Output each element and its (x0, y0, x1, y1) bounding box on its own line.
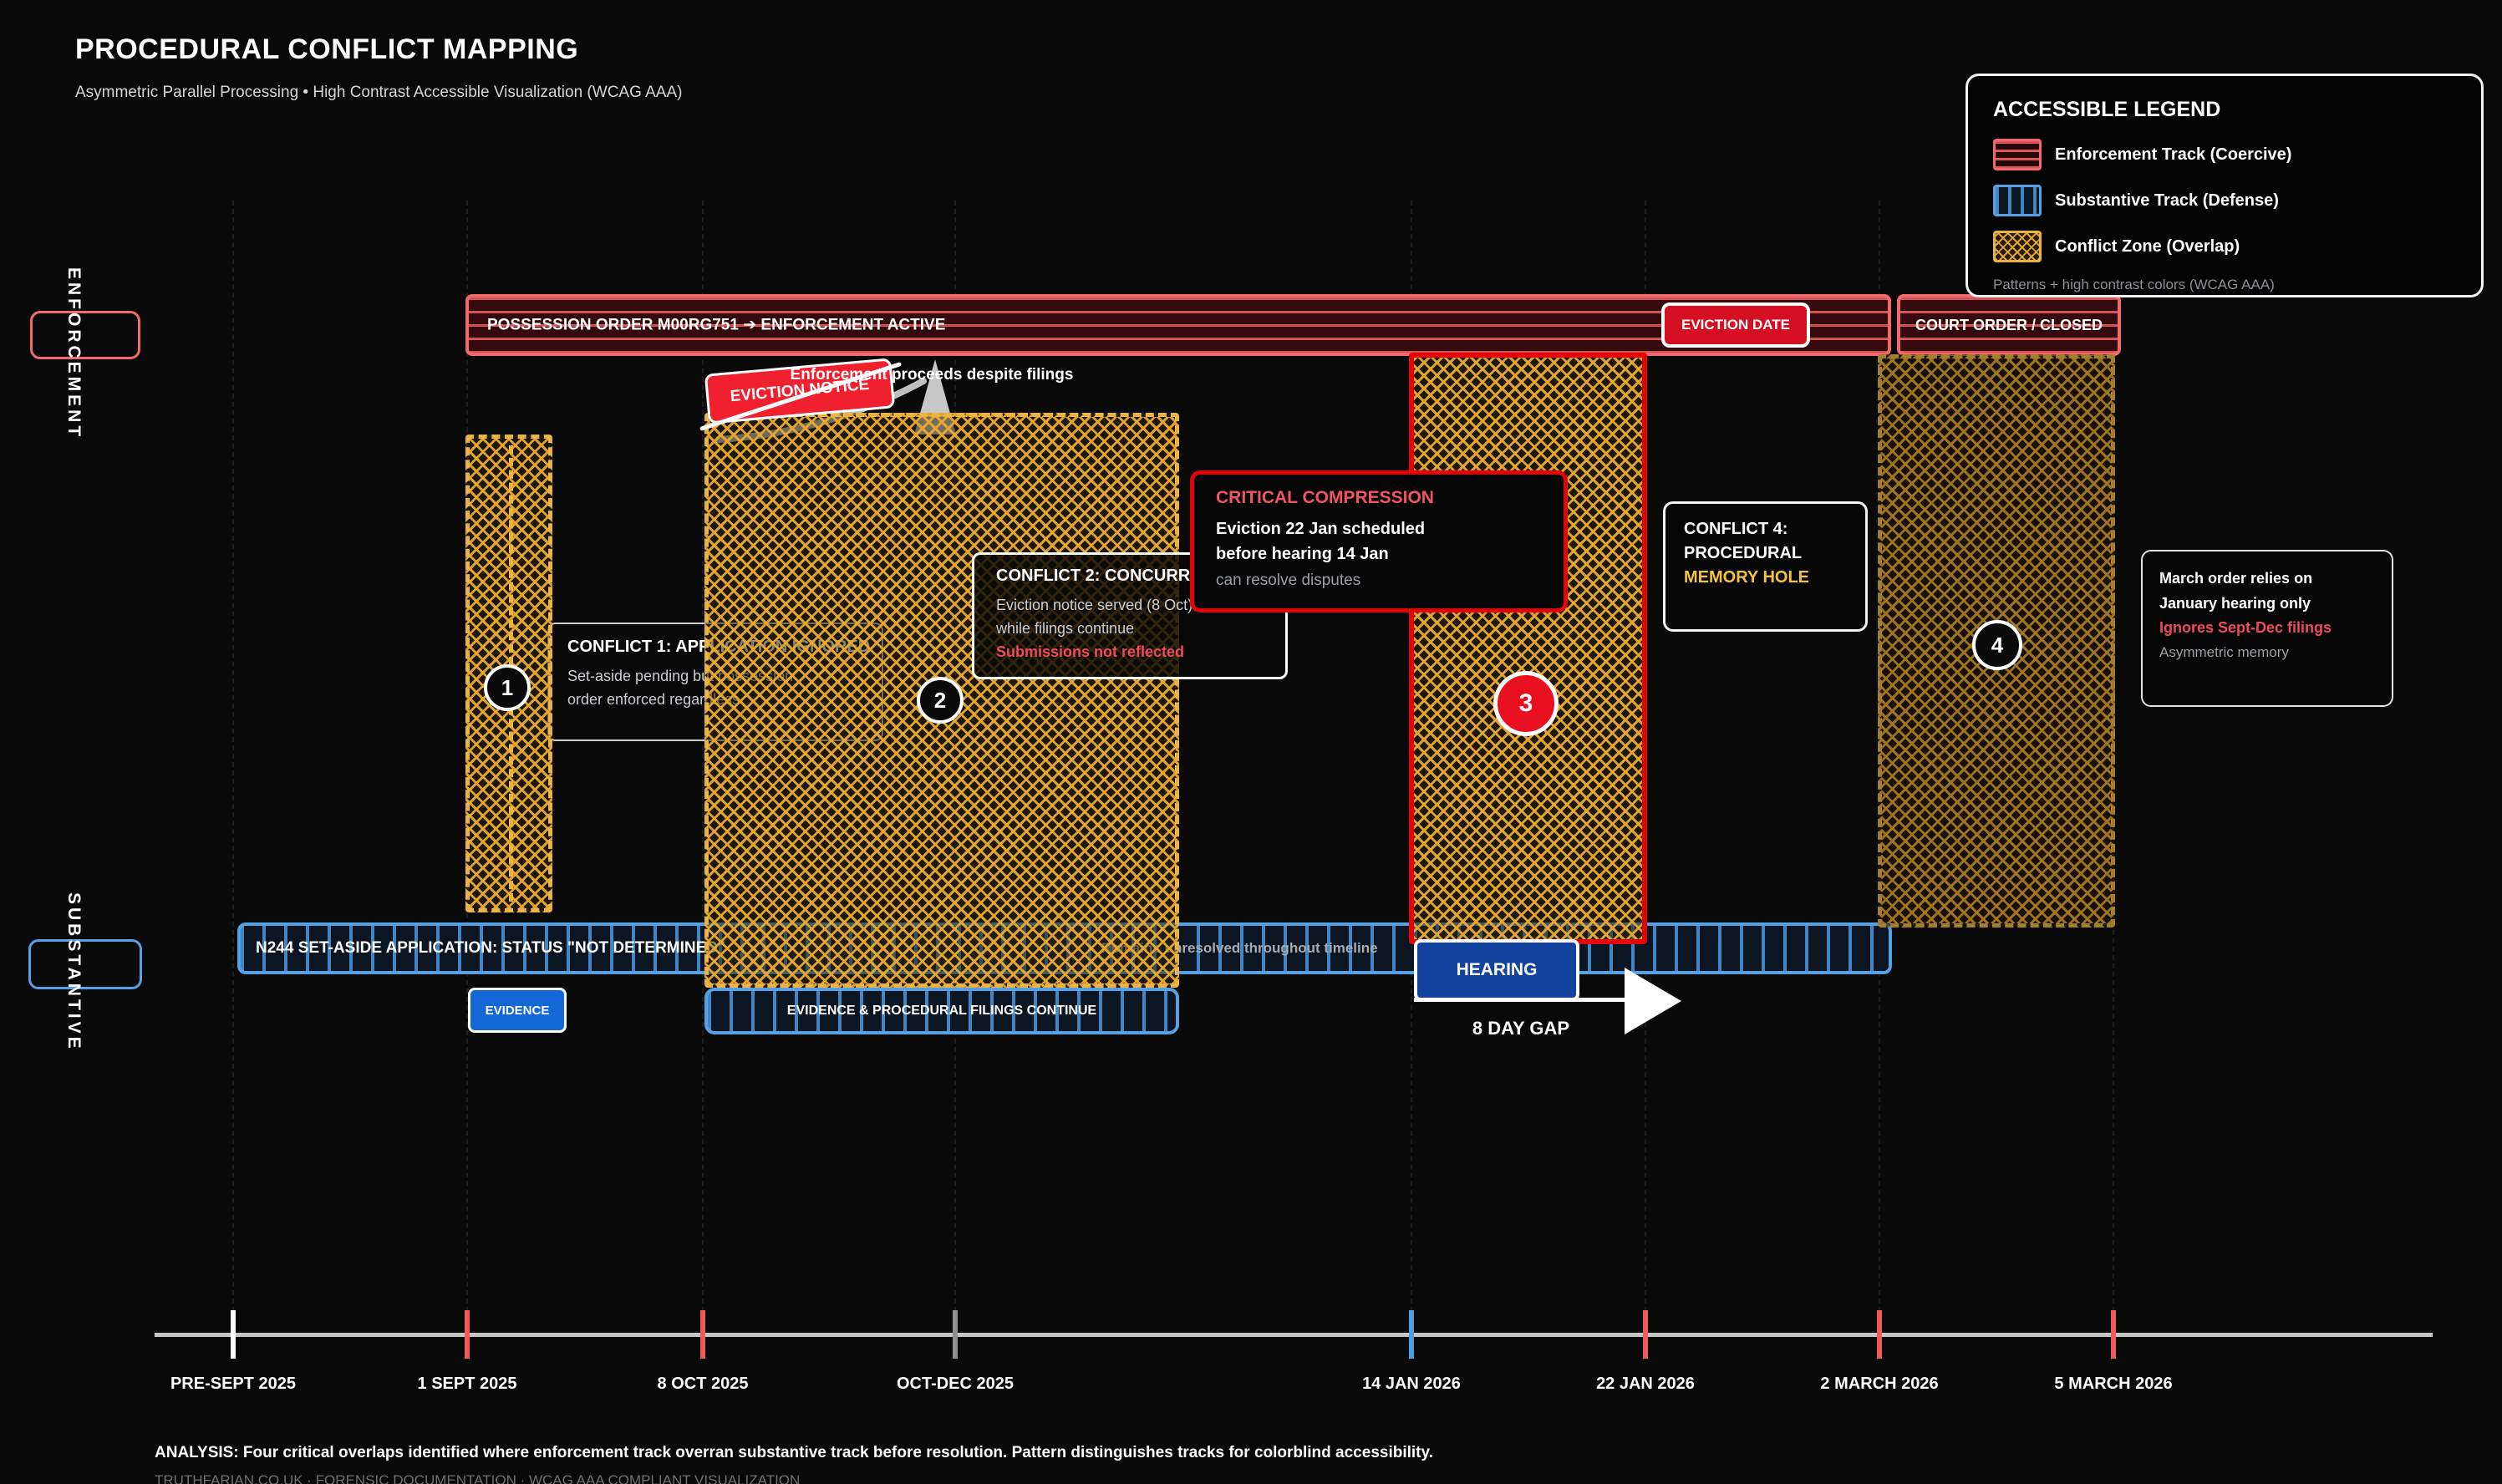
substantive-axis-box (28, 939, 142, 989)
march-note-line: January hearing only (2159, 592, 2375, 617)
legend-row-enforcement: Enforcement Track (Coercive) (1993, 139, 2456, 170)
gap-label: 8 DAY GAP (1421, 1018, 1621, 1039)
evidence-filings-bar: EVIDENCE & PROCEDURAL FILINGS CONTINUE (704, 988, 1179, 1034)
critical-title: CRITICAL COMPRESSION (1216, 488, 1542, 508)
tick-2-march (1877, 1310, 1882, 1359)
page-subtitle: Asymmetric Parallel Processing • High Co… (75, 84, 682, 102)
tick-pre-sept (231, 1310, 236, 1359)
tick-label: 1 SEPT 2025 (359, 1375, 576, 1394)
conflict4-line: PROCEDURAL (1684, 541, 1847, 566)
critical-line: before hearing 14 Jan (1216, 541, 1542, 567)
analysis-text: ANALYSIS: Four critical overlaps identif… (155, 1444, 1433, 1462)
tick-5-march (2111, 1310, 2116, 1359)
conflict-marker-1: 1 (484, 664, 531, 711)
enforcement-axis-box (30, 311, 140, 359)
eviction-date-badge: EVICTION DATE (1661, 302, 1810, 348)
tick-22-jan (1643, 1310, 1648, 1359)
critical-compression-callout: CRITICAL COMPRESSION Eviction 22 Jan sch… (1190, 470, 1568, 612)
accessible-legend: ACCESSIBLE LEGEND Enforcement Track (Coe… (1965, 74, 2484, 297)
legend-label: Enforcement Track (Coercive) (2055, 145, 2291, 165)
procedural-conflict-map: PROCEDURAL CONFLICT MAPPING Asymmetric P… (0, 0, 2502, 1484)
conflict2-highlight: Submissions not reflected (996, 641, 1264, 664)
conflict4-line: CONFLICT 4: (1684, 517, 1847, 541)
legend-title: ACCESSIBLE LEGEND (1993, 98, 2456, 122)
conflict-marker-2: 2 (917, 677, 964, 724)
march-order-annotation: March order relies on January hearing on… (2141, 550, 2393, 707)
timeline-axis (155, 1333, 2433, 1337)
credit-text: TRUTHFARIAN.CO.UK · FORENSIC DOCUMENTATI… (155, 1472, 800, 1484)
tick-14-jan (1409, 1310, 1414, 1359)
tick-label: 14 JAN 2026 (1303, 1375, 1520, 1394)
march-note-line: March order relies on (2159, 567, 2375, 592)
tick-oct-dec (953, 1310, 958, 1359)
gap-arrow-icon (1625, 968, 1681, 1034)
enforcement-swatch-icon (1993, 139, 2042, 170)
enforcement-note: Enforcement proceeds despite filings (735, 366, 1128, 384)
substantive-axis-label: SUBSTANTIVE (64, 892, 84, 1055)
tick-label: 5 MARCH 2026 (2005, 1375, 2222, 1394)
enforcement-bar-label: POSSESSION ORDER M00RG751 ➔ ENFORCEMENT … (487, 316, 945, 335)
enforcement-axis-label: ENFORCEMENT (64, 267, 84, 426)
conflict-marker-4: 4 (1972, 620, 2022, 670)
tick-label: 2 MARCH 2026 (1771, 1375, 1988, 1394)
tick-label: OCT-DEC 2025 (847, 1375, 1064, 1394)
legend-label: Substantive Track (Defense) (2055, 191, 2279, 211)
conflict4-highlight: MEMORY HOLE (1684, 566, 1847, 590)
substantive-bar-label: N244 SET-ASIDE APPLICATION: STATUS "NOT … (256, 939, 725, 958)
evidence-badge: EVIDENCE (468, 988, 567, 1033)
substantive-swatch-icon (1993, 185, 2042, 216)
tick-label: 22 JAN 2026 (1537, 1375, 1754, 1394)
hearing-badge: HEARING (1414, 939, 1579, 1001)
gridline (232, 201, 234, 1312)
page-title: PROCEDURAL CONFLICT MAPPING (75, 33, 578, 66)
legend-note: Patterns + high contrast colors (WCAG AA… (1993, 277, 2456, 293)
tick-label: 8 OCT 2025 (594, 1375, 811, 1394)
conflict-zone-3 (1409, 353, 1647, 944)
conflict4-annotation: CONFLICT 4: PROCEDURAL MEMORY HOLE (1663, 501, 1868, 632)
march-note-highlight: Ignores Sept-Dec filings (2159, 616, 2375, 641)
march-note-footer: Asymmetric memory (2159, 641, 2375, 663)
conflict-marker-3: 3 (1493, 671, 1559, 736)
legend-row-substantive: Substantive Track (Defense) (1993, 185, 2456, 216)
critical-line: Eviction 22 Jan scheduled (1216, 516, 1542, 541)
legend-label: Conflict Zone (Overlap) (2055, 237, 2240, 257)
tick-label: PRE-SEPT 2025 (125, 1375, 342, 1394)
court-order-closed-segment: COURT ORDER / CLOSED (1897, 294, 2121, 356)
critical-note: can resolve disputes (1216, 572, 1542, 590)
tick-8-oct (700, 1310, 705, 1359)
conflict2-line: while filings continue (996, 617, 1264, 641)
legend-row-conflict: Conflict Zone (Overlap) (1993, 231, 2456, 262)
tick-1-sept (465, 1310, 470, 1359)
conflict-swatch-icon (1993, 231, 2042, 262)
